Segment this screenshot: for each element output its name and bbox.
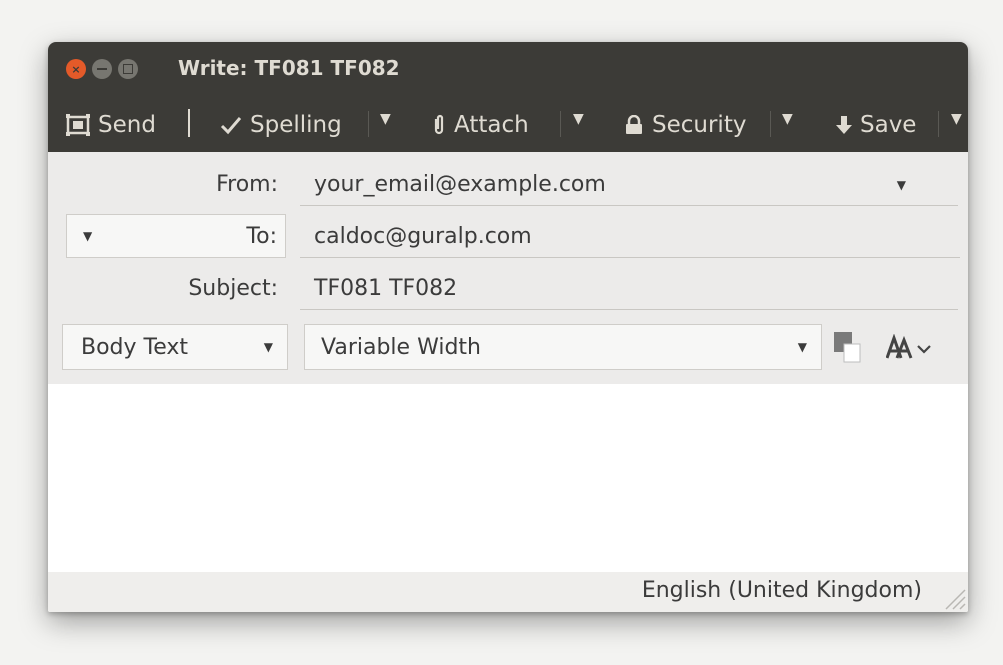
toolbar-divider	[368, 111, 369, 137]
security-dropdown-icon[interactable]: ▼	[782, 111, 793, 127]
subject-label: Subject:	[188, 276, 278, 301]
to-field[interactable]: caldoc@guralp.com	[300, 218, 960, 258]
text-color-button[interactable]	[834, 332, 864, 364]
text-size-button[interactable]	[885, 333, 942, 364]
from-value: your_email@example.com	[314, 172, 606, 197]
attach-button[interactable]: Attach	[432, 97, 529, 152]
toolbar-divider	[938, 111, 939, 137]
window-title: Write: TF081 TF082	[178, 56, 400, 80]
to-label: To:	[246, 223, 277, 249]
compose-window: × Write: TF081 TF082 Send Spelling ▼ Att…	[48, 42, 968, 612]
download-arrow-icon	[836, 115, 852, 134]
paragraph-style-value: Body Text	[81, 334, 189, 360]
attach-label: Attach	[454, 111, 529, 138]
chevron-down-icon: ▼	[263, 340, 273, 354]
minimize-button[interactable]	[92, 59, 112, 79]
text-size-icon	[885, 333, 931, 359]
from-dropdown-icon[interactable]: ▼	[897, 166, 906, 204]
title-bar: × Write: TF081 TF082	[48, 42, 968, 97]
lock-icon	[626, 114, 642, 134]
spelling-button[interactable]: Spelling	[220, 97, 342, 152]
close-icon: ×	[71, 62, 81, 76]
status-bar: English (United Kingdom)	[48, 572, 968, 612]
send-icon	[66, 113, 90, 136]
toolbar-separator	[188, 109, 190, 137]
font-value: Variable Width	[321, 334, 481, 360]
spellcheck-language[interactable]: English (United Kingdom)	[642, 578, 922, 603]
chevron-down-icon: ▼	[83, 229, 93, 243]
maximize-icon	[123, 64, 133, 74]
subject-value: TF081 TF082	[314, 276, 458, 301]
paragraph-style-select[interactable]: Body Text ▼	[62, 324, 288, 370]
subject-field[interactable]: TF081 TF082	[300, 270, 958, 310]
attach-dropdown-icon[interactable]: ▼	[573, 111, 584, 127]
save-dropdown-icon[interactable]: ▼	[951, 111, 962, 127]
text-color-icon	[834, 332, 861, 363]
from-label: From:	[216, 172, 278, 197]
spelling-dropdown-icon[interactable]: ▼	[380, 111, 391, 127]
toolbar: Send Spelling ▼ Attach ▼ Security ▼ Save…	[48, 97, 968, 152]
save-label: Save	[860, 111, 917, 138]
toolbar-divider	[560, 111, 561, 137]
from-field[interactable]: your_email@example.com ▼	[300, 166, 958, 206]
maximize-button[interactable]	[118, 59, 138, 79]
send-label: Send	[98, 111, 156, 138]
font-select[interactable]: Variable Width ▼	[304, 324, 822, 370]
security-button[interactable]: Security	[624, 97, 746, 152]
check-icon	[220, 116, 242, 134]
paperclip-icon	[434, 114, 444, 134]
chevron-down-icon: ▼	[797, 340, 807, 354]
toolbar-divider	[770, 111, 771, 137]
close-button[interactable]: ×	[66, 59, 86, 79]
send-button[interactable]: Send	[66, 97, 156, 152]
minimize-icon	[97, 68, 107, 70]
resize-grip-icon[interactable]	[940, 584, 966, 610]
recipient-type-select[interactable]: ▼ To:	[66, 214, 286, 258]
save-button[interactable]: Save	[836, 97, 916, 152]
message-body-editor[interactable]	[48, 384, 968, 572]
message-header: From: your_email@example.com ▼ ▼ To: cal…	[48, 152, 968, 384]
security-label: Security	[652, 111, 747, 138]
to-value: caldoc@guralp.com	[314, 224, 532, 249]
spelling-label: Spelling	[250, 111, 342, 138]
